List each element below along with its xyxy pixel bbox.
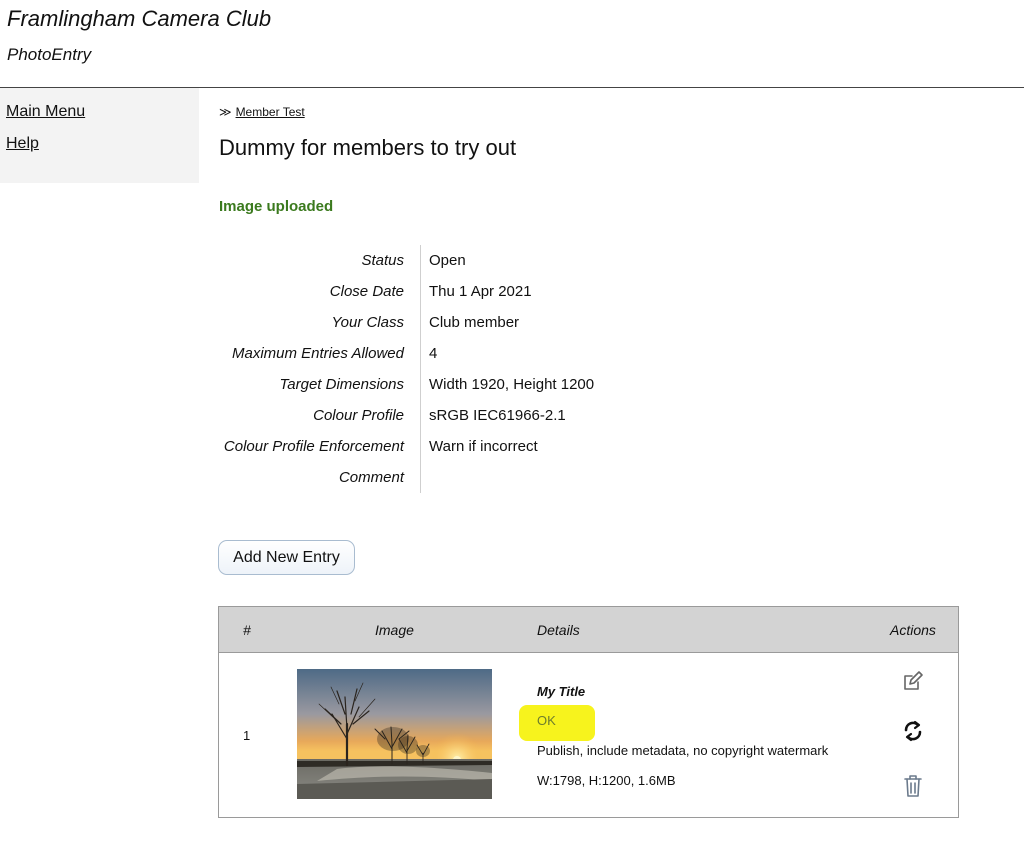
column-header-details: Details bbox=[537, 622, 580, 638]
info-row-comment: Comment bbox=[219, 462, 594, 493]
info-value: sRGB IEC61966-2.1 bbox=[429, 407, 566, 424]
site-title: Framlingham Camera Club bbox=[7, 6, 272, 31]
sidebar-item-help[interactable]: Help bbox=[6, 135, 39, 153]
edit-icon[interactable] bbox=[902, 670, 924, 697]
info-row-target-dimensions: Target Dimensions Width 1920, Height 120… bbox=[219, 369, 594, 400]
info-row-status: Status Open bbox=[219, 245, 594, 276]
info-row-colour-profile: Colour Profile sRGB IEC61966-2.1 bbox=[219, 400, 594, 431]
info-label: Status bbox=[219, 245, 421, 276]
add-new-entry-button[interactable]: Add New Entry bbox=[218, 540, 355, 575]
page-title: Dummy for members to try out bbox=[219, 135, 517, 160]
column-header-actions: Actions bbox=[890, 622, 936, 638]
info-value: Club member bbox=[429, 314, 520, 331]
info-label: Colour Profile bbox=[219, 400, 421, 431]
trash-icon[interactable] bbox=[903, 774, 923, 803]
column-header-image: Image bbox=[375, 622, 414, 638]
sidebar-item-main-menu[interactable]: Main Menu bbox=[6, 103, 85, 121]
info-label: Target Dimensions bbox=[219, 369, 421, 400]
info-label: Your Class bbox=[219, 307, 421, 338]
breadcrumb-separator: ≫ bbox=[219, 105, 232, 119]
info-label: Close Date bbox=[219, 276, 421, 307]
info-value: Warn if incorrect bbox=[429, 438, 538, 455]
info-row-close-date: Close Date Thu 1 Apr 2021 bbox=[219, 276, 594, 307]
entry-image-dimensions: W:1798, H:1200, 1.6MB bbox=[537, 773, 676, 788]
sunset-tree-photo bbox=[297, 669, 492, 799]
entry-thumbnail[interactable] bbox=[297, 669, 492, 799]
info-row-class: Your Class Club member bbox=[219, 307, 594, 338]
upload-status-message: Image uploaded bbox=[219, 198, 334, 215]
breadcrumb-link-member-test[interactable]: Member Test bbox=[236, 105, 305, 119]
info-value: Open bbox=[429, 252, 466, 269]
entries-table-header: # Image Details Actions bbox=[219, 607, 958, 653]
competition-info-table: Status Open Close Date Thu 1 Apr 2021 Yo… bbox=[219, 245, 594, 493]
info-row-profile-enforcement: Colour Profile Enforcement Warn if incor… bbox=[219, 431, 594, 462]
entry-status-highlight: OK bbox=[519, 705, 595, 741]
info-row-max-entries: Maximum Entries Allowed 4 bbox=[219, 338, 594, 369]
entry-number: 1 bbox=[243, 728, 251, 743]
info-value: Width 1920, Height 1200 bbox=[429, 376, 595, 393]
info-label: Comment bbox=[219, 462, 421, 493]
breadcrumb: ≫ Member Test bbox=[219, 105, 305, 119]
refresh-icon[interactable] bbox=[902, 719, 924, 748]
column-header-number: # bbox=[243, 622, 251, 638]
entries-table: # Image Details Actions 1 My Title OK Pu… bbox=[218, 606, 959, 818]
entry-status-text: OK bbox=[537, 713, 556, 728]
sidebar: Main Menu Help bbox=[0, 88, 199, 183]
entry-publish-settings: Publish, include metadata, no copyright … bbox=[537, 743, 829, 758]
info-value: Thu 1 Apr 2021 bbox=[429, 283, 532, 300]
site-subtitle: PhotoEntry bbox=[7, 45, 92, 64]
entry-title: My Title bbox=[537, 684, 586, 699]
info-value: 4 bbox=[429, 345, 438, 362]
info-label: Maximum Entries Allowed bbox=[219, 338, 421, 369]
info-label: Colour Profile Enforcement bbox=[219, 431, 421, 462]
